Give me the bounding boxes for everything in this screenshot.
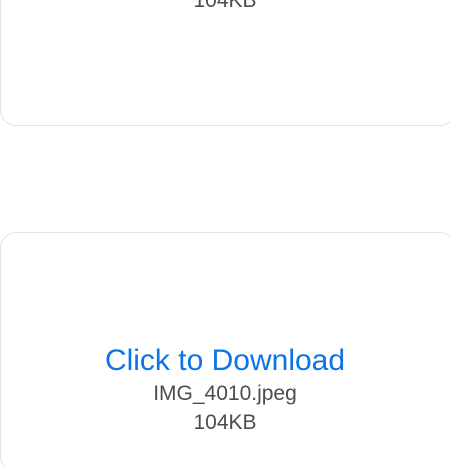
attachment-info-top: 104KB: [0, 0, 450, 15]
file-size-label: 104KB: [193, 411, 257, 434]
download-link[interactable]: Click to Download: [0, 343, 450, 379]
file-size-label: 104KB: [193, 0, 257, 12]
file-name-label: IMG_4010.jpeg: [153, 382, 297, 405]
attachment-info-bottom: Click to Download IMG_4010.jpeg 104KB: [0, 343, 450, 437]
attachment-card-top: [0, 0, 450, 126]
